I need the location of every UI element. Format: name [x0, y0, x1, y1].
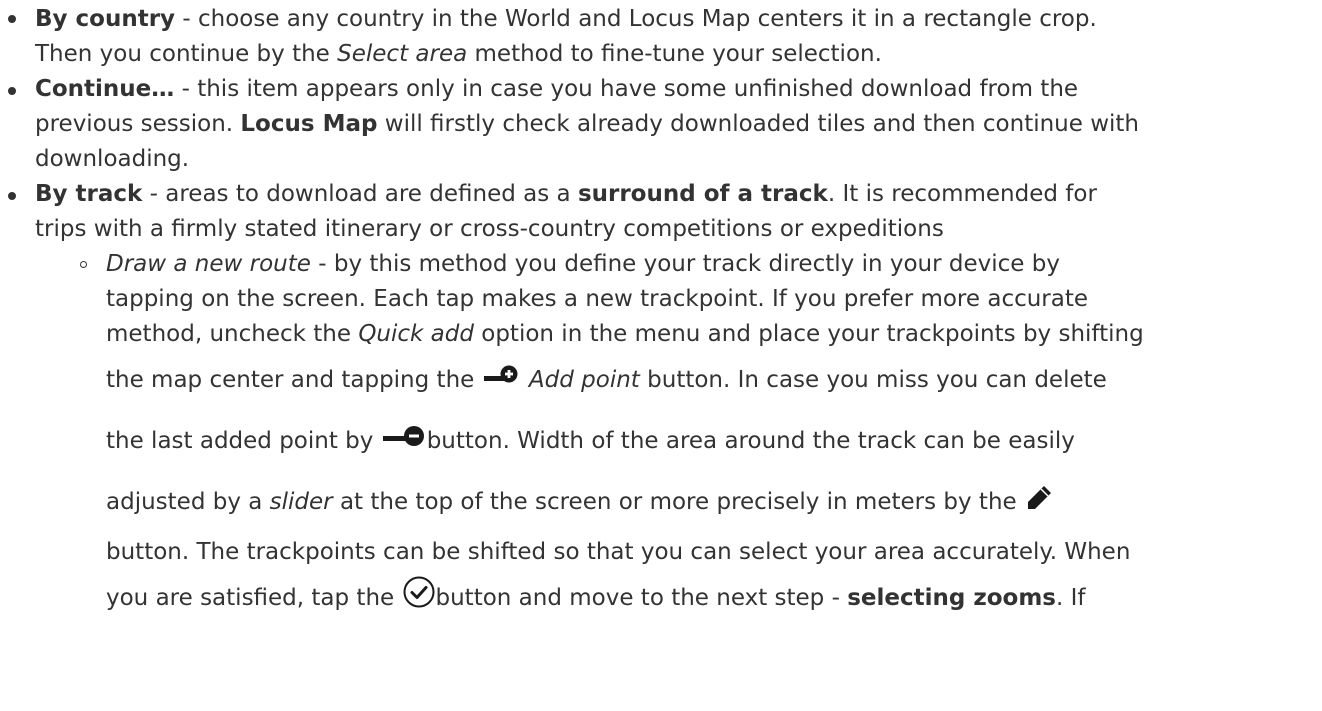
- continue-text-c: will firstly check already downloaded ti…: [377, 111, 1140, 137]
- continue-title: Continue…: [35, 76, 175, 102]
- draw-route-text-4b: button. In case you miss you can delete: [639, 367, 1107, 393]
- by-track-text-a: - areas to download are defined as a: [142, 181, 578, 207]
- draw-route-text-7: button. The trackpoints can be shifted s…: [106, 539, 1131, 565]
- document: By country - choose any country in the W…: [0, 0, 1322, 711]
- slider-term: slider: [269, 489, 333, 515]
- draw-route-text-5a: the last added point by: [106, 428, 381, 454]
- draw-route-text-8a: you are satisfied, tap the: [106, 585, 402, 611]
- draw-route-line-2: tapping on the screen. Each tap makes a …: [106, 282, 1290, 317]
- surround-term: surround of a track: [577, 181, 828, 207]
- add-point-icon: [482, 356, 522, 413]
- continue-line-2: previous session. Locus Map will firstly…: [35, 107, 1290, 142]
- draw-route-line-8: you are satisfied, tap the button and mo…: [106, 570, 1290, 631]
- draw-route-text-3b: option in the menu and place your trackp…: [473, 321, 1144, 347]
- draw-route-line-4: the map center and tapping the Add point…: [106, 352, 1290, 413]
- by-country-text-c: method to fine-tune your selection.: [467, 41, 882, 67]
- by-track-sublist: Draw a new route - by this method you de…: [35, 247, 1290, 631]
- by-country-text-b: Then you continue by the: [35, 41, 338, 67]
- add-point-term: Add point: [528, 367, 640, 393]
- draw-route-text-3a: method, uncheck the: [106, 321, 359, 347]
- draw-route-text-4a: the map center and tapping the: [106, 367, 482, 393]
- draw-route-text-6b: at the top of the screen or more precise…: [332, 489, 1017, 515]
- draw-route-text-6a: adjusted by a: [106, 489, 270, 515]
- draw-route-text-1: - by this method you define your track d…: [310, 251, 1060, 277]
- by-track-title: By track: [35, 181, 143, 207]
- continue-line-3: downloading.: [35, 142, 1290, 177]
- check-circle-icon: [402, 574, 436, 631]
- draw-new-route-term: Draw a new route: [106, 251, 311, 277]
- by-country-line-2: Then you continue by the Select area met…: [35, 37, 1290, 72]
- draw-route-line-6: adjusted by a slider at the top of the s…: [106, 474, 1290, 535]
- continue-line-1: Continue… - this item appears only in ca…: [35, 72, 1290, 107]
- continue-text-d: downloading.: [35, 146, 190, 172]
- by-track-text-b: . It is recommended for: [827, 181, 1097, 207]
- draw-route-text-8b: button and move to the next step -: [435, 585, 848, 611]
- list-item-by-country: By country - choose any country in the W…: [0, 0, 1290, 72]
- by-track-text-c: trips with a firmly stated itinerary or …: [35, 216, 944, 242]
- by-track-line-2: trips with a firmly stated itinerary or …: [35, 212, 1290, 247]
- draw-route-line-7: button. The trackpoints can be shifted s…: [106, 535, 1290, 570]
- draw-route-line-5: the last added point by button. Width of…: [106, 413, 1290, 474]
- draw-route-line-3: method, uncheck the Quick add option in …: [106, 317, 1290, 352]
- draw-route-line-1: Draw a new route - by this method you de…: [106, 247, 1290, 282]
- draw-route-text-2: tapping on the screen. Each tap makes a …: [106, 286, 1089, 312]
- locus-map-term: Locus Map: [240, 111, 378, 137]
- remove-point-icon: [381, 417, 427, 474]
- list-item-draw-new-route: Draw a new route - by this method you de…: [71, 247, 1290, 631]
- list-item-continue: Continue… - this item appears only in ca…: [0, 72, 1290, 177]
- draw-route-text-8c: . If: [1055, 585, 1086, 611]
- pencil-icon: [1024, 478, 1054, 535]
- by-country-line-1: By country - choose any country in the W…: [35, 2, 1290, 37]
- continue-text-a: - this item appears only in case you hav…: [174, 76, 1079, 102]
- by-country-title: By country: [35, 6, 176, 32]
- draw-route-text-5b: button. Width of the area around the tra…: [426, 428, 1075, 454]
- download-methods-list: By country - choose any country in the W…: [0, 0, 1290, 631]
- selecting-zooms-term: selecting zooms: [847, 585, 1056, 611]
- list-item-by-track: By track - areas to download are defined…: [0, 177, 1290, 631]
- quick-add-term: Quick add: [358, 321, 474, 347]
- by-track-line-1: By track - areas to download are defined…: [35, 177, 1290, 212]
- continue-text-b: previous session.: [35, 111, 241, 137]
- by-country-text-a: - choose any country in the World and Lo…: [175, 6, 1097, 32]
- select-area-term: Select area: [337, 41, 468, 67]
